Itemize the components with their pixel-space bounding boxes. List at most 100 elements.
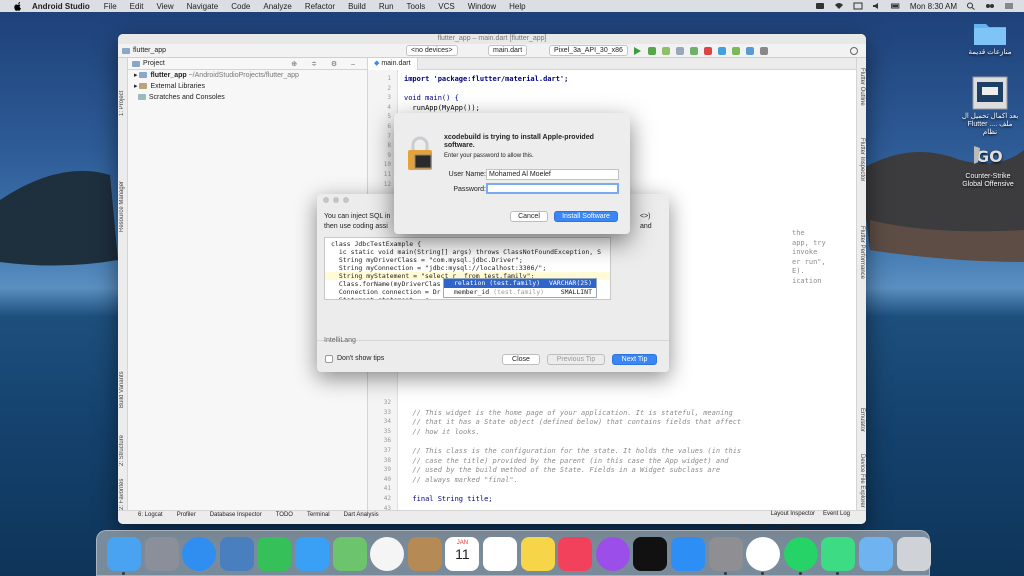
tab-flutter-performance[interactable]: Flutter Performance	[857, 226, 865, 306]
tab-build-variants[interactable]: Build Variants	[119, 358, 127, 408]
device-selector[interactable]: <no devices>	[406, 45, 458, 56]
tab-flutter-outline[interactable]: Flutter Outline	[857, 68, 865, 128]
sync-icon[interactable]	[718, 47, 726, 55]
emulator-selector[interactable]: Pixel_3a_API_30_x86	[549, 45, 628, 56]
tab-project[interactable]: 1: Project	[119, 66, 127, 116]
photos-icon[interactable]	[370, 537, 405, 571]
tab-favorites[interactable]: 2: Favorites	[119, 479, 127, 510]
running-indicator	[798, 572, 802, 575]
structure-icon[interactable]	[760, 47, 768, 55]
messages-icon[interactable]	[295, 537, 329, 571]
desktop-folder[interactable]: منازعات قديمة	[960, 20, 1020, 57]
desktop-folder-label: منازعات قديمة	[968, 49, 1012, 56]
code-line[interactable]: // always marked "final".	[404, 476, 517, 484]
dont-show-label[interactable]: Don't show tips	[337, 355, 384, 362]
code-line[interactable]: final String title;	[404, 495, 492, 503]
run-icon[interactable]	[634, 47, 641, 55]
code-line[interactable]: // used by the build method of the State…	[404, 466, 720, 474]
code-line[interactable]: // how it looks.	[404, 428, 479, 436]
tree-item-scratches[interactable]: Scratches and Consoles	[128, 92, 367, 103]
window-title: flutter_app – main.dart [flutter_app]	[118, 34, 866, 44]
cancel-button[interactable]: Cancel	[510, 211, 548, 222]
password-field[interactable]	[486, 183, 619, 194]
chrome-icon[interactable]	[746, 537, 781, 571]
tree-item-external-libraries[interactable]: ▸ External Libraries	[128, 81, 367, 92]
folder-icon	[139, 72, 148, 79]
music-icon[interactable]	[558, 537, 593, 571]
podcasts-icon[interactable]	[595, 537, 630, 571]
reminders-icon[interactable]	[483, 537, 517, 571]
android-studio-icon[interactable]	[821, 537, 856, 571]
finder-icon[interactable]	[107, 537, 141, 571]
notes-icon[interactable]	[520, 537, 555, 571]
sdk-manager-icon[interactable]	[746, 47, 754, 55]
stop-icon[interactable]	[704, 47, 712, 55]
tab-database-inspector[interactable]: Database Inspector	[210, 512, 262, 518]
search-everywhere-icon[interactable]	[850, 47, 858, 55]
run-config-selector[interactable]: main.dart	[488, 45, 528, 56]
launchpad-icon[interactable]	[144, 537, 179, 571]
coverage-icon[interactable]	[662, 47, 670, 55]
code-fragment: invoke	[792, 248, 818, 257]
previous-tip-button[interactable]: Previous Tip	[547, 354, 605, 365]
tab-flutter-inspector[interactable]: Flutter Inspector	[857, 138, 865, 208]
facetime-icon[interactable]	[257, 537, 292, 571]
debug-icon[interactable]	[648, 47, 656, 55]
whatsapp-icon[interactable]	[783, 537, 818, 571]
ac-table: (test.family)	[493, 288, 545, 296]
appstore-icon[interactable]	[671, 537, 705, 571]
tab-terminal[interactable]: Terminal	[307, 512, 330, 518]
attach-debugger-icon[interactable]	[690, 47, 698, 55]
code-line[interactable]: import 'package:flutter/material.dart';	[404, 75, 568, 83]
tab-layout-inspector[interactable]: Layout Inspector	[771, 511, 815, 517]
trash-icon[interactable]	[896, 537, 931, 571]
contacts-icon[interactable]	[407, 537, 442, 571]
safari-icon[interactable]	[182, 537, 217, 571]
autocomplete-item[interactable]: member_id (test.family) SMALLINT	[444, 288, 596, 297]
username-field[interactable]: Mohamed Al Moelef	[486, 169, 619, 180]
code-fragment: app, try	[792, 238, 826, 247]
minimize-window-icon[interactable]	[333, 197, 339, 203]
install-software-button[interactable]: Install Software	[554, 211, 618, 222]
system-preferences-icon[interactable]	[708, 537, 743, 571]
breadcrumb[interactable]: flutter_app	[133, 47, 166, 54]
downloads-folder-icon[interactable]	[859, 537, 893, 571]
code-line[interactable]: // that it has a State object (defined b…	[404, 418, 741, 426]
profile-icon[interactable]	[676, 47, 684, 55]
tab-dart-analysis[interactable]: Dart Analysis	[344, 512, 379, 518]
tip-text-line2: then use coding assi	[324, 223, 388, 230]
tab-structure[interactable]: 2: Structure	[119, 426, 127, 466]
panel-actions-icon[interactable]: ⊕ ≑ ⚙ –	[291, 60, 361, 68]
appletv-icon[interactable]	[633, 537, 668, 571]
tree-item-flutter-app[interactable]: ▸ flutter_app ~/AndroidStudioProjects/fl…	[128, 70, 367, 81]
code-line[interactable]: runApp(MyApp());	[404, 104, 479, 112]
line-number: 1	[387, 75, 391, 82]
tab-event-log[interactable]: Event Log	[823, 511, 850, 517]
close-button[interactable]: Close	[502, 354, 540, 365]
code-line[interactable]: // case the title) provided by the paren…	[404, 457, 728, 465]
tab-resource-manager[interactable]: Resource Manager	[119, 142, 127, 232]
calendar-icon[interactable]: JAN 11	[445, 537, 480, 571]
code-line[interactable]: // This class is the configuration for t…	[404, 447, 741, 455]
desktop-screenshot[interactable]: بعد اكمال تحميل ال Flutter .... ملف نظام	[960, 76, 1020, 137]
desktop-csgo[interactable]: GO Counter-Strike Global Offensive	[958, 140, 1018, 189]
next-tip-button[interactable]: Next Tip	[612, 354, 657, 365]
photo-slideshow-icon[interactable]	[219, 537, 254, 571]
tab-todo[interactable]: TODO	[276, 512, 293, 518]
zoom-window-icon[interactable]	[343, 197, 349, 203]
ac-name: relation	[454, 279, 486, 287]
project-view-selector[interactable]: Project	[143, 60, 165, 67]
code-line[interactable]: void main() {	[404, 94, 459, 102]
tab-emulator[interactable]: Emulator	[857, 408, 865, 448]
running-indicator	[122, 572, 125, 575]
dont-show-checkbox[interactable]	[325, 355, 333, 363]
line-number: 10	[383, 161, 391, 169]
close-window-icon[interactable]	[323, 197, 329, 203]
tab-profiler[interactable]: Profiler	[177, 512, 196, 518]
code-line[interactable]: // This widget is the home page of your …	[404, 409, 732, 417]
avd-manager-icon[interactable]	[732, 47, 740, 55]
maps-icon[interactable]	[332, 537, 367, 571]
tab-main-dart[interactable]: ◆ main.dart	[368, 57, 418, 70]
tab-logcat[interactable]: 6: Logcat	[138, 512, 163, 518]
autocomplete-item[interactable]: relation (test.family) VARCHAR(25)	[444, 279, 596, 288]
